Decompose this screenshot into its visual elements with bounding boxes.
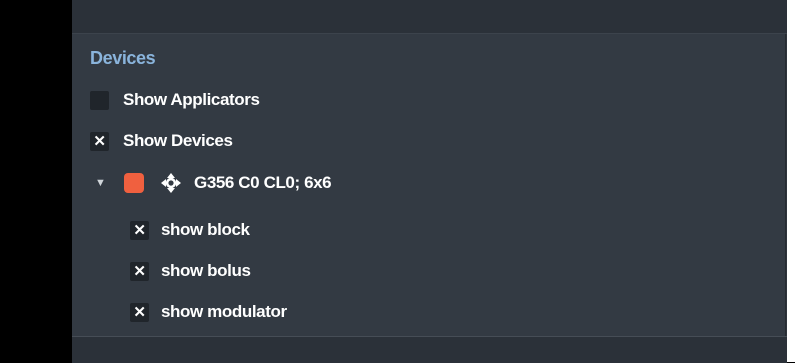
show-bolus-label: show bolus: [161, 261, 251, 280]
show-block-label: show block: [161, 220, 250, 239]
app-window: Devices Show Applicators Show Devices ▼: [0, 0, 795, 363]
show-devices-checkbox[interactable]: [90, 131, 109, 151]
device-color-swatch[interactable]: [124, 173, 144, 193]
show-devices-label: Show Devices: [123, 131, 233, 150]
show-bolus-option[interactable]: show bolus: [130, 258, 251, 284]
show-devices-option[interactable]: Show Devices: [90, 128, 233, 154]
show-applicators-checkbox[interactable]: [90, 90, 109, 110]
show-applicators-option[interactable]: Show Applicators: [90, 87, 260, 113]
panel-header-bar: [72, 0, 787, 34]
section-title-devices: Devices: [90, 48, 156, 68]
device-name-label: G356 C0 CL0; 6x6: [194, 173, 332, 192]
move-icon[interactable]: [160, 172, 182, 194]
right-edge-strip: [787, 0, 795, 362]
device-tree-item[interactable]: ▼ G356 C0 CL0; 6x6: [95, 170, 332, 196]
show-block-checkbox[interactable]: [130, 220, 149, 240]
panel-content: Devices Show Applicators Show Devices ▼: [72, 34, 786, 336]
devices-panel: Devices Show Applicators Show Devices ▼: [72, 0, 795, 363]
show-applicators-label: Show Applicators: [123, 90, 260, 109]
show-modulator-label: show modulator: [161, 302, 287, 321]
left-dark-strip: [0, 0, 72, 362]
expand-caret-icon[interactable]: ▼: [95, 177, 107, 189]
show-modulator-option[interactable]: show modulator: [130, 299, 287, 325]
show-block-option[interactable]: show block: [130, 217, 250, 243]
panel-footer-bar: [72, 336, 787, 363]
show-modulator-checkbox[interactable]: [130, 302, 149, 322]
show-bolus-checkbox[interactable]: [130, 261, 149, 281]
